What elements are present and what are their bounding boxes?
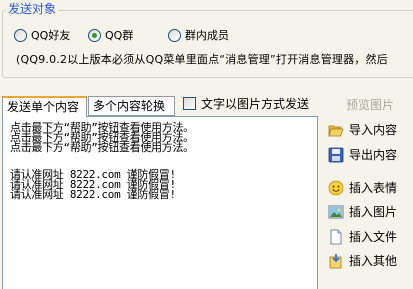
insert-image-button[interactable]: 插入图片 bbox=[328, 203, 397, 220]
floppy-disk-icon bbox=[328, 147, 344, 163]
picture-icon bbox=[328, 204, 344, 220]
folder-open-icon bbox=[328, 122, 344, 138]
warning-line-group: 请认准网址 8222.com 谨防假冒! 请认准网址 8222.com 谨防假冒… bbox=[3, 169, 176, 201]
help-line-group: 点击最下方“帮助”按钮查看使用方法。 点击最下方“帮助”按钮查看使用方法。 点击… bbox=[3, 122, 194, 154]
import-content-label: 导入内容 bbox=[349, 123, 398, 137]
insert-emoticon-button[interactable]: 插入表情 bbox=[328, 179, 397, 196]
content-line: 请认准网址 8222.com 谨防假冒! bbox=[10, 188, 176, 201]
version-hint: (QQ9.0.2以上版本必须从QQ菜单里面点“消息管理”打开消息管理器，然后 bbox=[16, 53, 388, 66]
radio-button[interactable] bbox=[14, 29, 27, 42]
tab-multi-content[interactable]: 多个内容轮换 bbox=[88, 96, 175, 116]
preview-image-button[interactable]: 预览图片 bbox=[346, 96, 394, 113]
insert-other-label: 插入其他 bbox=[349, 254, 398, 268]
radio-button[interactable] bbox=[88, 29, 101, 42]
image-mode-label: 文字以图片方式发送 bbox=[201, 97, 310, 111]
radio-button[interactable] bbox=[168, 29, 181, 42]
smiley-icon bbox=[328, 180, 344, 196]
insert-emoticon-label: 插入表情 bbox=[349, 181, 398, 195]
insert-other-icon bbox=[328, 253, 344, 269]
radio-qq-friend[interactable]: QQ好友 bbox=[14, 29, 70, 42]
insert-image-label: 插入图片 bbox=[349, 205, 398, 219]
insert-other-button[interactable]: 插入其他 bbox=[328, 252, 397, 269]
radio-label: QQ群 bbox=[105, 29, 134, 42]
radio-label: QQ好友 bbox=[31, 29, 71, 42]
message-content-editor[interactable]: 点击最下方“帮助”按钮查看使用方法。 点击最下方“帮助”按钮查看使用方法。 点击… bbox=[2, 116, 318, 289]
send-target-group bbox=[2, 10, 413, 78]
send-target-legend: 发送对象 bbox=[6, 2, 59, 16]
radio-group-member[interactable]: 群内成员 bbox=[168, 29, 229, 42]
import-content-button[interactable]: 导入内容 bbox=[328, 121, 397, 138]
image-mode-checkbox[interactable] bbox=[183, 97, 196, 110]
insert-file-button[interactable]: 插入文件 bbox=[328, 228, 397, 245]
content-line: 点击最下方“帮助”按钮查看使用方法。 bbox=[10, 141, 194, 154]
document-icon bbox=[328, 229, 344, 245]
radio-label: 群内成员 bbox=[185, 29, 229, 42]
export-content-button[interactable]: 导出内容 bbox=[328, 146, 397, 163]
tab-single-content[interactable]: 发送单个内容 bbox=[2, 96, 87, 117]
radio-qq-group[interactable]: QQ群 bbox=[88, 29, 133, 42]
insert-file-label: 插入文件 bbox=[349, 230, 398, 244]
image-mode-option[interactable]: 文字以图片方式发送 bbox=[183, 95, 309, 112]
export-content-label: 导出内容 bbox=[349, 148, 398, 162]
